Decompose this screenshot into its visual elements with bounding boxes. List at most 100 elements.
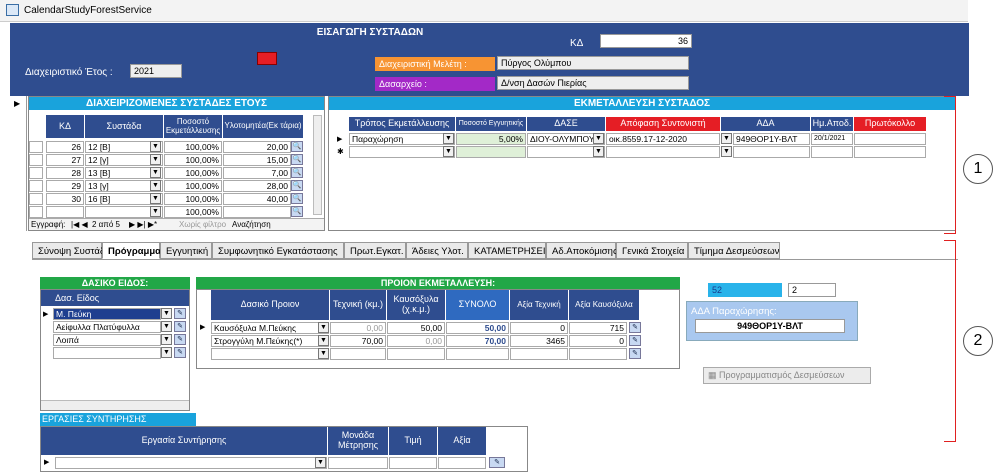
tab-0[interactable]: Σύνοψη Συστάδας	[32, 242, 115, 259]
new-protocol-cell[interactable]	[854, 146, 926, 158]
row-selector[interactable]	[29, 180, 43, 192]
schedule-button[interactable]: ▦ Προγραμματισμός Δεσμεύσεων	[703, 367, 871, 384]
row-selector[interactable]	[29, 206, 43, 218]
dropdown-icon[interactable]: ▼	[318, 322, 329, 333]
product-cell-0[interactable]	[211, 348, 329, 360]
row-selector[interactable]	[29, 141, 43, 153]
stand-kd-cell[interactable]	[46, 206, 84, 218]
dropdown-icon[interactable]: ▼	[150, 193, 161, 204]
new-date-cell[interactable]	[811, 146, 853, 158]
species-cell[interactable]: Λοιπά	[53, 334, 161, 346]
dropdown-icon[interactable]: ▼	[721, 133, 732, 144]
decision-cell[interactable]: οικ.8559.17-12-2020	[606, 133, 720, 145]
product-cell-4[interactable]: 3465	[510, 335, 568, 347]
zoom-icon[interactable]: 🔍	[291, 141, 303, 152]
dropdown-icon[interactable]: ▼	[593, 133, 604, 144]
detail-icon[interactable]: ✎	[174, 308, 186, 319]
product-cell-1[interactable]: 0,00	[330, 322, 386, 334]
ada-cell[interactable]: 949ΘΟΡ1Υ-ΒΛΤ	[733, 133, 810, 145]
product-cell-2[interactable]	[387, 348, 445, 360]
species-cell[interactable]	[53, 347, 161, 359]
detail-icon[interactable]: ✎	[629, 335, 641, 346]
row-selector[interactable]	[29, 167, 43, 179]
product-cell-3[interactable]: 50,00	[446, 322, 509, 334]
zoom-icon[interactable]: 🔍	[291, 154, 303, 165]
dropdown-icon[interactable]: ▼	[150, 141, 161, 152]
product-cell-5[interactable]: 0	[569, 335, 627, 347]
product-cell-3[interactable]: 70,00	[446, 335, 509, 347]
tab-2[interactable]: Εγγυητική	[160, 242, 212, 259]
dropdown-icon[interactable]: ▼	[161, 334, 172, 345]
row-selector[interactable]	[29, 154, 43, 166]
work-cell[interactable]	[55, 457, 327, 469]
species-cell[interactable]: Μ. Πεύκη	[53, 308, 161, 320]
zoom-icon[interactable]: 🔍	[291, 180, 303, 191]
study-field[interactable]: Πύργος Ολύμπου	[497, 56, 689, 70]
detail-icon[interactable]: ✎	[489, 457, 505, 468]
nav-next-icon[interactable]: ▶ ▶| ▶*	[129, 220, 157, 229]
product-cell-1[interactable]	[330, 348, 386, 360]
stand-percent-cell[interactable]: 100,00%	[164, 206, 222, 218]
stand-volume-cell[interactable]: 20,00	[223, 141, 291, 153]
ada-field[interactable]: 949ΘΟΡ1Υ-ΒΛΤ	[695, 319, 845, 333]
product-cell-4[interactable]: 0	[510, 322, 568, 334]
dropdown-icon[interactable]: ▼	[443, 133, 454, 144]
product-cell-5[interactable]: 715	[569, 322, 627, 334]
zoom-icon[interactable]: 🔍	[291, 193, 303, 204]
office-field[interactable]: Δ/νση Δασών Πιερίας	[497, 76, 689, 90]
stand-volume-cell[interactable]: 7,00	[223, 167, 291, 179]
product-cell-2[interactable]: 0,00	[387, 335, 445, 347]
dropdown-icon[interactable]: ▼	[150, 206, 161, 217]
zoom-icon[interactable]: 🔍	[291, 206, 303, 217]
stands-scrollbar[interactable]	[313, 115, 322, 215]
product-cell-1[interactable]: 70,00	[330, 335, 386, 347]
dropdown-icon[interactable]: ▼	[315, 457, 326, 468]
product-cell-5[interactable]	[569, 348, 627, 360]
new-decision-cell[interactable]	[606, 146, 720, 158]
number-field[interactable]: 2	[788, 283, 836, 297]
stand-volume-cell[interactable]	[223, 206, 291, 218]
dropdown-icon[interactable]: ▼	[150, 154, 161, 165]
dropdown-icon[interactable]: ▼	[318, 335, 329, 346]
product-cell-2[interactable]: 50,00	[387, 322, 445, 334]
dropdown-icon[interactable]: ▼	[150, 167, 161, 178]
count-field[interactable]: 52	[708, 283, 782, 297]
dropdown-icon[interactable]: ▼	[318, 348, 329, 359]
zoom-icon[interactable]: 🔍	[291, 167, 303, 178]
red-indicator[interactable]	[257, 52, 277, 65]
protocol-cell[interactable]	[854, 133, 926, 145]
detail-icon[interactable]: ✎	[174, 347, 186, 358]
kd-field[interactable]: 36	[600, 34, 692, 48]
stand-volume-cell[interactable]: 40,00	[223, 193, 291, 205]
stand-kd-cell[interactable]: 30	[46, 193, 84, 205]
detail-icon[interactable]: ✎	[174, 321, 186, 332]
record-selector[interactable]: ▶	[10, 96, 27, 231]
product-cell-3[interactable]	[446, 348, 509, 360]
nav-filter[interactable]: Χωρίς φίλτρο	[179, 220, 226, 229]
row-selector[interactable]	[29, 193, 43, 205]
value-cell[interactable]	[438, 457, 486, 469]
price-cell[interactable]	[389, 457, 437, 469]
method-cell[interactable]: Παραχώρηση	[349, 133, 455, 145]
new-ada-cell[interactable]	[733, 146, 810, 158]
nav-first-icon[interactable]: |◀ ◀	[71, 220, 88, 229]
detail-icon[interactable]: ✎	[629, 348, 641, 359]
guarantee-cell[interactable]: 5,00%	[456, 133, 526, 145]
tab-6[interactable]: ΚΑΤΑΜΕΤΡΗΣΕΙΣ	[468, 242, 551, 259]
detail-icon[interactable]: ✎	[174, 334, 186, 345]
tab-4[interactable]: Πρωτ.Εγκατ.	[344, 242, 406, 259]
nav-search[interactable]: Αναζήτηση	[232, 220, 271, 229]
new-method-cell[interactable]	[349, 146, 455, 158]
product-cell-0[interactable]: Καυσόξυλα Μ.Πεύκης	[211, 322, 329, 334]
dropdown-icon[interactable]: ▼	[443, 146, 454, 157]
species-cell[interactable]: Αείφυλλα Πλατύφυλλα	[53, 321, 161, 333]
tab-1[interactable]: Πρόγραμμα	[102, 242, 161, 259]
stand-volume-cell[interactable]: 28,00	[223, 180, 291, 192]
unit-cell[interactable]	[328, 457, 388, 469]
product-cell-0[interactable]: Στρογγύλη Μ.Πεύκης(*)	[211, 335, 329, 347]
tab-8[interactable]: Γενικά Στοιχεία	[616, 242, 688, 259]
stand-volume-cell[interactable]: 15,00	[223, 154, 291, 166]
product-cell-4[interactable]	[510, 348, 568, 360]
stand-percent-cell[interactable]: 100,00%	[164, 167, 222, 179]
dropdown-icon[interactable]: ▼	[161, 321, 172, 332]
